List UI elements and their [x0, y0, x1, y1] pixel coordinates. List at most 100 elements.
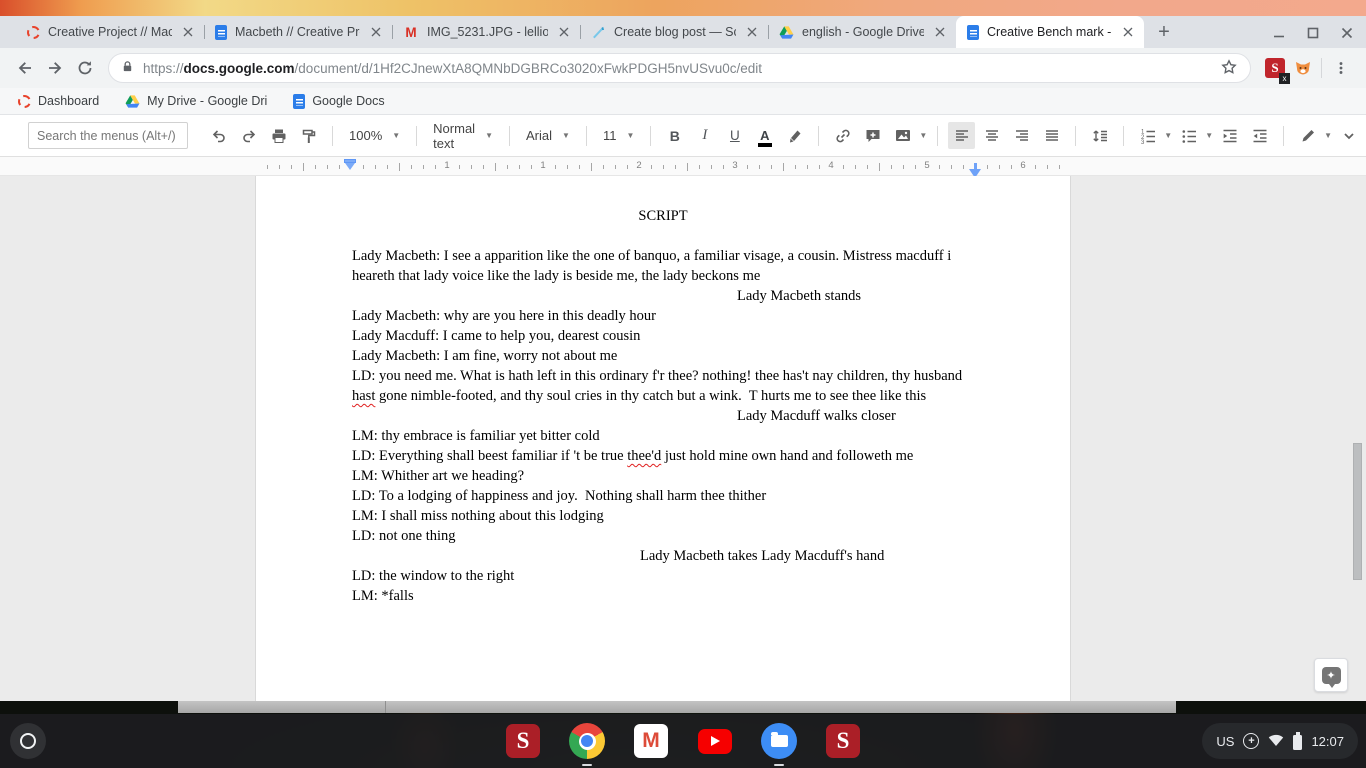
font-size-select[interactable]: 11▼ [597, 128, 640, 143]
shelf-apps: SMS [505, 723, 861, 759]
bookmark-1[interactable]: Dashboard [18, 94, 99, 108]
paragraph-style-select[interactable]: Normal text▼ [427, 121, 499, 151]
document-text[interactable]: SCRIPTLady Macbeth: I see a apparition l… [256, 176, 1070, 606]
chevron-down-icon: ▼ [562, 131, 570, 140]
ruler-number: 1 [540, 157, 545, 175]
address-bar[interactable]: https://docs.google.com/document/d/1Hf2C… [108, 53, 1251, 83]
toolbar-more-chevron-icon[interactable] [1335, 122, 1362, 149]
shelf-app-youtube[interactable] [697, 723, 733, 759]
minimize-icon[interactable] [1266, 20, 1292, 46]
tab-close-icon[interactable] [744, 24, 760, 40]
left-indent-marker[interactable] [344, 159, 356, 170]
ruler-number: 4 [828, 157, 833, 175]
bookmark-2[interactable]: My Drive - Google Dri [125, 94, 267, 109]
close-icon[interactable] [1334, 20, 1360, 46]
tab-close-icon[interactable] [180, 24, 196, 40]
shelf-app-smore[interactable]: S [505, 723, 541, 759]
doc-paragraph: LM: *falls [352, 586, 974, 606]
status-tray[interactable]: US + 12:07 [1202, 723, 1358, 759]
paint-format-icon[interactable] [295, 122, 322, 149]
google-drive-icon [125, 94, 140, 109]
align-left-icon[interactable] [948, 122, 975, 149]
bookmark-star-icon[interactable] [1220, 58, 1238, 79]
smore-app-icon: S [506, 724, 540, 758]
tab-1[interactable]: Creative Project // Macb [16, 16, 204, 48]
youtube-app-icon [698, 729, 732, 754]
chevron-down-icon: ▼ [392, 131, 400, 140]
insert-link-icon[interactable] [829, 122, 856, 149]
browser-toolbar: https://docs.google.com/document/d/1Hf2C… [0, 48, 1366, 88]
fox-extension-icon[interactable] [1289, 54, 1317, 82]
screencastify-extension-icon[interactable]: Sx [1261, 54, 1289, 82]
clock-label: 12:07 [1311, 734, 1344, 749]
zoom-select[interactable]: 100%▼ [343, 128, 406, 143]
browser-menu-icon[interactable] [1326, 53, 1356, 83]
undo-icon[interactable] [205, 122, 232, 149]
wifi-icon [1268, 733, 1284, 750]
document-canvas: SCRIPTLady Macbeth: I see a apparition l… [0, 176, 1366, 701]
explore-icon: ✦ [1322, 667, 1341, 684]
increase-indent-icon[interactable] [1246, 122, 1273, 149]
smore-icon [27, 26, 40, 39]
add-comment-icon[interactable] [859, 122, 886, 149]
shelf-app-gmail[interactable]: M [633, 723, 669, 759]
doc-paragraph: LD: Everything shall beest familiar if '… [352, 446, 974, 466]
tab-2[interactable]: Macbeth // Creative Proj [204, 16, 392, 48]
forward-icon[interactable] [40, 53, 70, 83]
font-select[interactable]: Arial▼ [520, 128, 576, 143]
reload-icon[interactable] [70, 53, 100, 83]
chevron-down-icon[interactable]: ▼ [1205, 131, 1213, 140]
new-tab-button[interactable]: + [1150, 18, 1178, 46]
text-color-icon[interactable]: A [751, 122, 778, 149]
tab-close-icon[interactable] [1120, 24, 1136, 40]
search-menus-input[interactable] [28, 122, 188, 149]
align-center-icon[interactable] [978, 122, 1005, 149]
insert-image-icon[interactable] [889, 122, 916, 149]
shelf-app-chrome[interactable] [569, 723, 605, 759]
tabs-container: Creative Project // Macb Macbeth // Creat… [16, 16, 1144, 48]
chevron-down-icon[interactable]: ▼ [919, 131, 927, 140]
back-icon[interactable] [10, 53, 40, 83]
gmail-icon: M [403, 25, 419, 40]
bold-icon[interactable]: B [661, 122, 688, 149]
bookmark-3[interactable]: Google Docs [293, 94, 384, 109]
italic-icon[interactable]: I [691, 122, 718, 149]
tab-6[interactable]: Creative Bench mark - G [956, 16, 1144, 48]
chevron-down-icon[interactable]: ▼ [1324, 131, 1332, 140]
explore-button[interactable]: ✦ [1314, 658, 1348, 692]
justify-icon[interactable] [1038, 122, 1065, 149]
doc-paragraph: LD: you need me. What is hath left in th… [352, 366, 974, 406]
tab-4[interactable]: Create blog post — Scien [580, 16, 768, 48]
tab-title: Macbeth // Creative Proj [235, 25, 360, 39]
chevron-down-icon[interactable]: ▼ [1164, 131, 1172, 140]
print-icon[interactable] [265, 122, 292, 149]
vertical-scrollbar[interactable] [1353, 443, 1362, 580]
tab-close-icon[interactable] [368, 24, 384, 40]
doc-paragraph: SCRIPT [352, 206, 974, 226]
doc-paragraph: LD: To a lodging of happiness and joy. N… [352, 486, 974, 506]
shelf: S M S US + 12:07 [0, 714, 1366, 768]
docs-toolbar: 100%▼ Normal text▼ Arial▼ 11▼ B I U A ▼ [0, 115, 1366, 157]
tab-title: IMG_5231.JPG - lelliott2 [427, 25, 548, 39]
redo-icon[interactable] [235, 122, 262, 149]
tab-close-icon[interactable] [932, 24, 948, 40]
doc-paragraph: LM: Whither art we heading? [352, 466, 974, 486]
tab-3[interactable]: M IMG_5231.JPG - lelliott2 [392, 16, 580, 48]
editing-mode-pen-icon[interactable] [1294, 122, 1321, 149]
doc-paragraph: Lady Macbeth stands [352, 286, 974, 306]
line-spacing-icon[interactable] [1086, 122, 1113, 149]
shelf-app-smore[interactable]: S [825, 723, 861, 759]
underline-icon[interactable]: U [721, 122, 748, 149]
keyboard-layout-label: US [1216, 734, 1234, 749]
maximize-icon[interactable] [1300, 20, 1326, 46]
decrease-indent-icon[interactable] [1216, 122, 1243, 149]
tab-close-icon[interactable] [556, 24, 572, 40]
align-right-icon[interactable] [1008, 122, 1035, 149]
launcher-button[interactable] [10, 723, 46, 759]
highlight-color-icon[interactable] [781, 122, 808, 149]
shelf-app-files[interactable] [761, 723, 797, 759]
bulleted-list-icon[interactable] [1175, 122, 1202, 149]
numbered-list-icon[interactable]: 123 [1134, 122, 1161, 149]
tab-5[interactable]: english - Google Drive [768, 16, 956, 48]
chevron-down-icon: ▼ [485, 131, 493, 140]
